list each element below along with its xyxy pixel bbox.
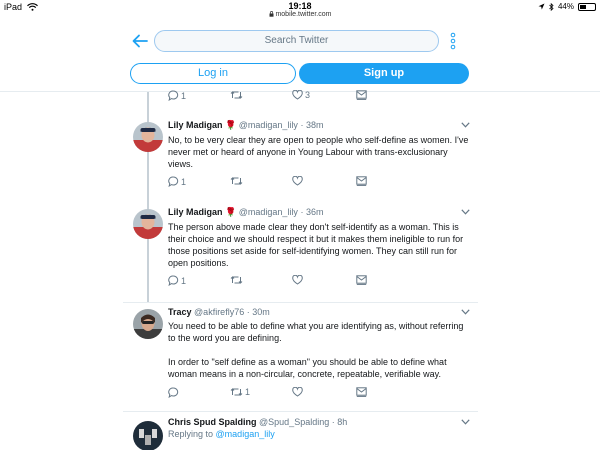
tweet-time[interactable]: 30m: [252, 307, 270, 317]
reply-count: 1: [181, 176, 187, 187]
reply-icon: [168, 90, 179, 101]
reply-button[interactable]: 1: [168, 90, 186, 101]
avatar[interactable]: [133, 122, 163, 152]
tweet-actions: 1 3: [168, 90, 473, 104]
dm-icon: [356, 90, 367, 100]
more-vertical-icon[interactable]: [449, 31, 457, 51]
reply-icon: [168, 176, 179, 187]
reply-button[interactable]: 1: [168, 176, 186, 187]
author-handle[interactable]: @Spud_Spalding: [259, 417, 329, 427]
tweet-paragraph: You need to be able to define what you a…: [168, 321, 464, 343]
like-button[interactable]: [292, 176, 305, 186]
tweet-text: No, to be very clear they are open to pe…: [168, 135, 469, 169]
url-text: mobile.twitter.com: [275, 11, 332, 18]
avatar[interactable]: [133, 309, 163, 339]
location-icon: [538, 3, 545, 10]
separator-dot: ·: [300, 120, 304, 130]
like-icon: [292, 176, 303, 186]
retweet-button[interactable]: [230, 275, 245, 285]
separator-dot: ·: [246, 307, 250, 317]
back-arrow-icon[interactable]: [131, 32, 149, 50]
dm-icon: [356, 387, 367, 397]
chevron-down-icon[interactable]: [461, 209, 470, 215]
rose-emoji: 🌹: [225, 120, 237, 130]
tweet-actions: 1: [168, 176, 473, 190]
like-count: 3: [305, 90, 311, 100]
retweet-icon: [230, 388, 243, 396]
mention-link[interactable]: @madigan_lily: [216, 429, 275, 439]
tweet-time[interactable]: 36m: [306, 207, 324, 217]
retweet-button[interactable]: 1: [230, 387, 250, 397]
tweet-header: Tracy @akfirefly76 · 30m: [168, 307, 473, 317]
avatar[interactable]: [133, 209, 163, 239]
like-button[interactable]: [292, 387, 305, 397]
dm-icon: [356, 275, 367, 285]
dm-button[interactable]: [356, 387, 367, 397]
tweet-paragraph: In order to "self define as a woman" you…: [168, 357, 447, 379]
reply-button[interactable]: [168, 387, 181, 398]
tweet-header: Chris Spud Spalding @Spud_Spalding · 8h: [168, 417, 473, 427]
like-button[interactable]: 3: [292, 90, 310, 100]
reply-icon: [168, 387, 179, 398]
retweet-count: 1: [245, 387, 251, 397]
retweet-icon: [230, 276, 243, 284]
url-bar[interactable]: mobile.twitter.com: [0, 11, 600, 18]
chevron-down-icon[interactable]: [461, 419, 470, 425]
chevron-down-icon[interactable]: [461, 122, 470, 128]
separator-dot: ·: [300, 207, 304, 217]
like-button[interactable]: [292, 275, 305, 285]
dm-icon: [356, 176, 367, 186]
retweet-icon: [230, 177, 243, 185]
tweet-text: The person above made clear they don't s…: [168, 222, 464, 268]
reply-count: 1: [181, 275, 187, 286]
signup-button[interactable]: Sign up: [299, 63, 469, 84]
tweet-time[interactable]: 8h: [337, 417, 347, 427]
dm-button[interactable]: [356, 176, 367, 186]
chevron-down-icon[interactable]: [461, 309, 470, 315]
retweet-icon: [230, 91, 243, 99]
author-handle[interactable]: @madigan_lily: [239, 207, 298, 217]
tweet-actions: 1: [168, 275, 473, 289]
login-button[interactable]: Log in: [130, 63, 296, 84]
author-name[interactable]: Chris Spud Spalding: [168, 417, 257, 427]
battery-icon: [578, 2, 596, 11]
tweet-header: Lily Madigan 🌹 @madigan_lily · 38m: [168, 120, 473, 131]
replying-to: Replying to @madigan_lily: [168, 429, 473, 439]
rose-emoji: 🌹: [225, 207, 237, 217]
author-name[interactable]: Tracy: [168, 307, 192, 317]
dm-button[interactable]: [356, 275, 367, 285]
divider: [123, 302, 478, 303]
reply-count: 1: [181, 90, 187, 101]
tweet-actions: 1: [168, 387, 473, 401]
status-bar: iPad 19:18 mobile.twitter.com 44%: [0, 0, 600, 20]
bluetooth-icon: [549, 2, 554, 11]
author-handle[interactable]: @akfirefly76: [194, 307, 244, 317]
lock-icon: [269, 11, 273, 17]
battery-percent: 44%: [557, 2, 574, 11]
like-icon: [292, 387, 303, 397]
reply-icon: [168, 275, 179, 286]
tweet-header: Lily Madigan 🌹 @madigan_lily · 36m: [168, 207, 473, 218]
retweet-button[interactable]: [230, 176, 245, 186]
divider: [123, 411, 478, 412]
tweet-text: You need to be able to define what you a…: [168, 320, 473, 380]
author-handle[interactable]: @madigan_lily: [239, 120, 298, 130]
reply-button[interactable]: 1: [168, 275, 186, 286]
separator-dot: ·: [331, 417, 335, 427]
author-name[interactable]: Lily Madigan: [168, 120, 223, 130]
search-input[interactable]: Search Twitter: [154, 30, 439, 52]
like-icon: [292, 90, 303, 100]
author-name[interactable]: Lily Madigan: [168, 207, 223, 217]
retweet-button[interactable]: [230, 90, 245, 100]
battery-fill: [580, 4, 586, 9]
avatar[interactable]: [133, 421, 163, 450]
like-icon: [292, 275, 303, 285]
twitter-header: Search Twitter Log in Sign up: [0, 22, 600, 92]
replying-to-label: Replying to: [168, 429, 214, 439]
tweet-time[interactable]: 38m: [306, 120, 324, 130]
status-time: 19:18: [288, 1, 312, 11]
dm-button[interactable]: [356, 90, 367, 100]
